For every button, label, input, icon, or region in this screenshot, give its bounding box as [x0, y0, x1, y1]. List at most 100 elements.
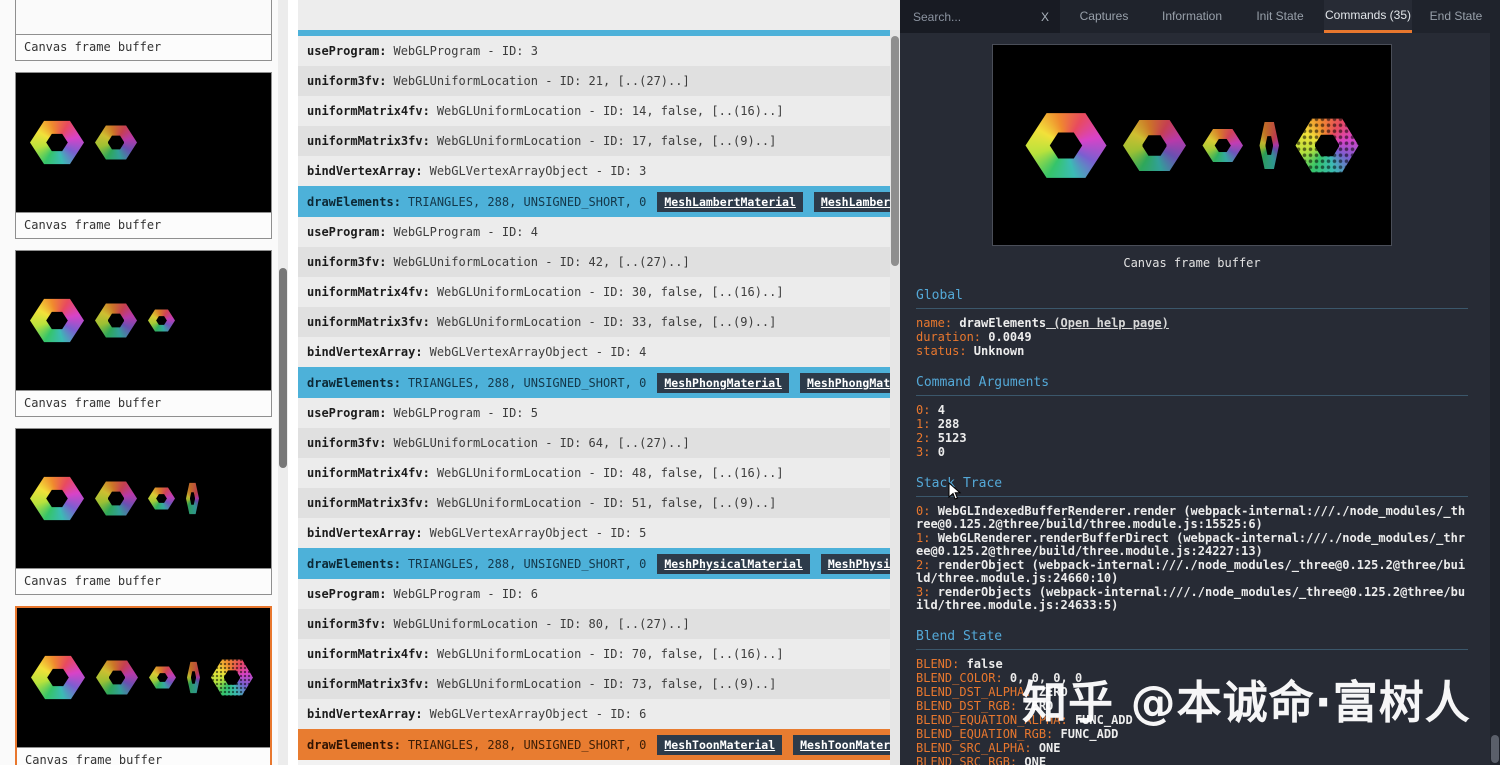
command-row-uniform3fv[interactable]: uniform3fv: WebGLUniformLocation - ID: 42… — [298, 247, 900, 277]
command-row-uniformMatrix4fv[interactable]: uniformMatrix4fv: WebGLUniformLocation - … — [298, 96, 900, 126]
material-tag[interactable]: MeshLambertMaterial — [813, 191, 900, 212]
capture-image — [17, 608, 270, 747]
command-scrollbar[interactable] — [890, 30, 900, 765]
entry-value: 4 — [937, 403, 945, 417]
entry-value: Unknown — [973, 344, 1025, 358]
entry-key: BLEND_COLOR: — [916, 671, 1010, 685]
command-args: WebGLProgram - ID: 5 — [393, 406, 538, 420]
command-args: WebGLVertexArrayObject - ID: 5 — [429, 526, 647, 540]
entry-key: BLEND_DST_RGB: — [916, 699, 1025, 713]
command-row-uniformMatrix3fv[interactable]: uniformMatrix3fv: WebGLUniformLocation - … — [298, 126, 900, 156]
command-list-top-pad — [298, 0, 900, 30]
captures-scrollbar[interactable] — [278, 0, 288, 765]
tab-captures[interactable]: Captures — [1060, 0, 1148, 33]
command-row-bindVertexArray[interactable]: bindVertexArray: WebGLVertexArrayObject -… — [298, 518, 900, 548]
search-box[interactable]: X — [900, 0, 1060, 33]
material-tag[interactable]: MeshLambertMaterial — [657, 191, 803, 212]
section-title: Blend State — [916, 629, 1468, 650]
hexagon-mesh — [1202, 128, 1243, 162]
command-name: uniform3fv: — [307, 617, 387, 631]
command-name: bindVertexArray: — [307, 164, 423, 178]
command-name: drawElements: — [307, 556, 401, 571]
command-row-uniformMatrix3fv[interactable]: uniformMatrix3fv: WebGLUniformLocation - … — [298, 307, 900, 337]
command-args: WebGLUniformLocation - ID: 70, false, [.… — [436, 647, 784, 661]
command-row-uniformMatrix4fv[interactable]: uniformMatrix4fv: WebGLUniformLocation - … — [298, 639, 900, 669]
command-row-uniformMatrix4fv[interactable]: uniformMatrix4fv: WebGLUniformLocation - … — [298, 458, 900, 488]
tab-commands-35-[interactable]: Commands (35) — [1324, 0, 1412, 33]
entry-key: BLEND_SRC_RGB: — [916, 755, 1025, 765]
capture-thumbnail[interactable]: Canvas frame buffer — [15, 0, 272, 61]
entry-key: 2: — [916, 558, 938, 572]
command-row-uniform3fv[interactable]: uniform3fv: WebGLUniformLocation - ID: 80… — [298, 609, 900, 639]
mouse-cursor — [948, 482, 962, 500]
command-row-bindVertexArray[interactable]: bindVertexArray: WebGLVertexArrayObject -… — [298, 337, 900, 367]
entry-value: renderObject (webpack-internal:///./node… — [916, 558, 1466, 585]
command-name: uniformMatrix3fv: — [307, 677, 430, 691]
hexagon-mesh — [1259, 121, 1279, 169]
scrollbar-thumb[interactable] — [279, 268, 287, 468]
capture-thumbnail[interactable]: Canvas frame buffer — [15, 72, 272, 239]
entry-key: name: — [916, 316, 960, 330]
material-tag[interactable]: MeshToonMaterial — [793, 734, 900, 755]
material-tag[interactable]: MeshPhysicalMaterial — [657, 553, 810, 574]
state-entry: 1: 288 — [916, 418, 1468, 431]
entry-key: duration: — [916, 330, 989, 344]
hexagon-mesh — [96, 660, 138, 695]
clear-search-icon[interactable]: X — [1041, 10, 1049, 24]
command-row-useProgram[interactable]: useProgram: WebGLProgram - ID: 4 — [298, 217, 900, 247]
command-name: bindVertexArray: — [307, 345, 423, 359]
command-name: drawElements: — [307, 737, 401, 752]
state-entry: duration: 0.0049 — [916, 331, 1468, 344]
section-title: Stack Trace — [916, 476, 1468, 497]
command-row-uniformMatrix4fv[interactable]: uniformMatrix4fv: WebGLUniformLocation - … — [298, 277, 900, 307]
command-row-useProgram[interactable]: useProgram: WebGLProgram - ID: 5 — [298, 398, 900, 428]
top-navigation: X CapturesInformationInit StateCommands … — [900, 0, 1500, 33]
command-row-uniform3fv[interactable]: uniform3fv: WebGLUniformLocation - ID: 64… — [298, 428, 900, 458]
capture-thumbnail[interactable]: Canvas frame buffer — [15, 250, 272, 417]
tab-end-state[interactable]: End State — [1412, 0, 1500, 33]
section-title: Global — [916, 288, 1468, 309]
entry-value: 288 — [937, 417, 960, 431]
material-tag[interactable]: MeshPhongMaterial — [657, 372, 790, 393]
state-entry: 3: renderObjects (webpack-internal:///./… — [916, 586, 1468, 612]
command-row-drawElements[interactable]: drawElements: TRIANGLES, 288, UNSIGNED_SH… — [298, 729, 900, 760]
rendered-hexagons — [31, 654, 253, 701]
material-tag[interactable]: MeshPhysicalMaterial — [820, 553, 900, 574]
command-row-drawElements[interactable]: drawElements: TRIANGLES, 288, UNSIGNED_SH… — [298, 367, 900, 398]
command-row-bindVertexArray[interactable]: bindVertexArray: WebGLVertexArrayObject -… — [298, 699, 900, 729]
command-row-uniformMatrix3fv[interactable]: uniformMatrix3fv: WebGLUniformLocation - … — [298, 669, 900, 699]
material-tag[interactable]: MeshToonMaterial — [657, 734, 783, 755]
scrollbar-thumb[interactable] — [1491, 735, 1499, 763]
help-link[interactable]: (Open help page) — [1046, 316, 1169, 330]
material-tag[interactable]: MeshPhongMaterial — [800, 372, 900, 393]
command-name: bindVertexArray: — [307, 526, 423, 540]
hexagon-mesh — [148, 487, 175, 510]
command-row-uniformMatrix3fv[interactable]: uniformMatrix3fv: WebGLUniformLocation - … — [298, 488, 900, 518]
detail-scrollbar[interactable] — [1490, 33, 1500, 765]
command-args: WebGLUniformLocation - ID: 42, [..(27)..… — [393, 255, 690, 269]
search-input[interactable] — [911, 8, 1035, 25]
hexagon-mesh — [1295, 118, 1359, 172]
tab-information[interactable]: Information — [1148, 0, 1236, 33]
capture-thumbnail[interactable]: Canvas frame buffer — [15, 606, 272, 765]
command-args: WebGLUniformLocation - ID: 14, false, [.… — [436, 104, 784, 118]
capture-thumbnail[interactable]: Canvas frame buffer — [15, 428, 272, 595]
command-row-drawElements[interactable]: drawElements: TRIANGLES, 288, UNSIGNED_SH… — [298, 186, 900, 217]
watermark: 知乎 @本诚命·富树人 — [1022, 676, 1471, 729]
command-row-drawElements[interactable]: drawElements: TRIANGLES, 288, UNSIGNED_SH… — [298, 548, 900, 579]
command-name: useProgram: — [307, 587, 387, 601]
captures-panel: Canvas frame buffer Canvas frame buffer Ca… — [0, 0, 288, 765]
command-row-uniform3fv[interactable]: uniform3fv: WebGLUniformLocation - ID: 21… — [298, 66, 900, 96]
entry-value: 5123 — [937, 431, 967, 445]
command-args: WebGLVertexArrayObject - ID: 4 — [429, 345, 647, 359]
tab-init-state[interactable]: Init State — [1236, 0, 1324, 33]
hexagon-mesh — [30, 476, 84, 521]
command-row-useProgram[interactable]: useProgram: WebGLProgram - ID: 6 — [298, 579, 900, 609]
command-rows: useProgram: WebGLProgram - ID: 3 uniform3f… — [298, 36, 900, 760]
rendered-hexagons — [30, 475, 199, 522]
command-row-useProgram[interactable]: useProgram: WebGLProgram - ID: 3 — [298, 36, 900, 66]
scrollbar-thumb[interactable] — [891, 36, 899, 266]
command-name: useProgram: — [307, 406, 387, 420]
command-args: WebGLVertexArrayObject - ID: 6 — [429, 707, 647, 721]
command-row-bindVertexArray[interactable]: bindVertexArray: WebGLVertexArrayObject -… — [298, 156, 900, 186]
